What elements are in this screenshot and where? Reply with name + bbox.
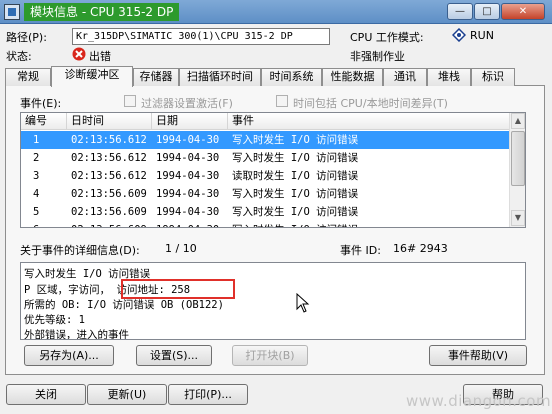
run-icon	[451, 27, 467, 45]
cell-no: 2	[33, 152, 40, 164]
highlight-box	[121, 279, 235, 299]
title-bar: 模块信息 - CPU 315-2 DP — □ ✕	[0, 0, 552, 24]
filter-checkbox[interactable]	[124, 95, 136, 107]
settings-button[interactable]: 设置(S)...	[136, 345, 212, 366]
cpu-mode-value: RUN	[470, 29, 494, 42]
events-table[interactable]: 编号 日时间 日期 事件 1 02:13:56.612 1994-04-30 写入时发…	[20, 112, 526, 228]
cell-no: 3	[33, 170, 40, 182]
filter-checkbox-label: 过滤器设置激活(F)	[141, 97, 233, 110]
cell-no: 6	[33, 221, 39, 227]
column-date[interactable]: 日期	[152, 113, 228, 130]
scroll-down-icon[interactable]: ▼	[511, 210, 525, 226]
tab-memory[interactable]: 存储器	[133, 68, 179, 86]
events-scrollbar[interactable]: ▲ ▼	[509, 113, 525, 227]
event-id-value: 16# 2943	[393, 242, 448, 255]
cell-date: 1994-04-30	[156, 206, 220, 218]
cell-time: 02:13:56.612	[71, 170, 147, 182]
cell-no: 5	[33, 206, 40, 218]
cell-time: 02:13:56.609	[71, 188, 147, 200]
watermark-text: www.diangon.com	[406, 392, 552, 410]
cell-date: 1994-04-30	[156, 134, 220, 146]
tab-time-system[interactable]: 时间系统	[261, 68, 322, 86]
cell-no: 1	[33, 134, 40, 146]
cell-no: 4	[33, 188, 40, 200]
print-button[interactable]: 打印(P)...	[168, 384, 248, 405]
cell-time: 02:13:56.612	[71, 134, 147, 146]
scroll-thumb[interactable]	[511, 131, 525, 186]
cell-date: 1994-04-30	[156, 221, 219, 227]
cell-event: 写入时发生 I/O 访问错误	[232, 134, 359, 146]
scroll-up-icon[interactable]: ▲	[511, 113, 525, 129]
close-button[interactable]: 关闭	[6, 384, 86, 405]
event-detail-text[interactable]: 写入时发生 I/O 访问错误 P 区域，字访问， 访问地址: 258 所需的 O…	[20, 262, 526, 340]
save-as-button[interactable]: 另存为(A)...	[24, 345, 114, 366]
cell-event: 写入时发生 I/O 访问错误	[232, 206, 359, 218]
event-help-button[interactable]: 事件帮助(V)	[429, 345, 527, 366]
maximize-button[interactable]: □	[474, 3, 500, 20]
table-row[interactable]: 4 02:13:56.609 1994-04-30 写入时发生 I/O 访问错误	[21, 185, 510, 203]
column-event[interactable]: 事件	[228, 113, 510, 130]
status-label: 状态:	[6, 50, 32, 63]
cell-date: 1994-04-30	[156, 170, 220, 182]
detail-line: 外部错误，进入的事件	[24, 329, 129, 340]
window-title: 模块信息 - CPU 315-2 DP	[24, 3, 180, 21]
column-time[interactable]: 日时间	[67, 113, 152, 130]
cpu-mode-label: CPU 工作模式:	[350, 31, 424, 44]
table-row[interactable]: 5 02:13:56.609 1994-04-30 写入时发生 I/O 访问错误	[21, 203, 510, 221]
detail-label: 关于事件的详细信息(D):	[20, 244, 140, 257]
cell-date: 1994-04-30	[156, 188, 220, 200]
app-icon	[4, 4, 20, 20]
cell-event: 读取时发生 I/O 访问错误	[232, 170, 359, 182]
tab-diagnostic-buffer[interactable]: 诊断缓冲区	[51, 66, 133, 87]
time-difference-label: 时间包括 CPU/本地时间差异(T)	[293, 97, 448, 110]
tab-performance-data[interactable]: 性能数据	[322, 68, 383, 86]
open-block-button[interactable]: 打开块(B)	[232, 345, 308, 366]
table-row[interactable]: 6 02:13:56.609 1994-04-30 写入时发生 I/O 访问错误	[21, 221, 510, 227]
error-icon	[72, 47, 86, 64]
force-status: 非强制作业	[350, 50, 405, 63]
detail-position: 1 / 10	[165, 242, 197, 255]
cell-time: 02:13:56.612	[71, 152, 147, 164]
table-row[interactable]: 3 02:13:56.612 1994-04-30 读取时发生 I/O 访问错误	[21, 167, 510, 185]
column-number[interactable]: 编号	[21, 113, 67, 130]
status-value: 出错	[89, 50, 111, 63]
detail-line: 优先等级: 1	[24, 314, 85, 326]
tab-stacks[interactable]: 堆栈	[427, 68, 471, 86]
detail-line: 所需的 OB: I/O 访问错误 OB (OB122)	[24, 299, 224, 311]
cell-time: 02:13:56.609	[71, 221, 147, 227]
tab-general[interactable]: 常规	[5, 68, 51, 86]
path-label: 路径(P):	[6, 31, 47, 44]
minimize-button[interactable]: —	[447, 3, 473, 20]
path-field: Kr_315DP\SIMATIC 300(1)\CPU 315-2 DP	[72, 28, 330, 45]
time-difference-checkbox[interactable]	[276, 95, 288, 107]
cell-event: 写入时发生 I/O 访问错误	[232, 152, 359, 164]
mouse-cursor-icon	[296, 292, 310, 316]
events-label: 事件(E):	[20, 97, 62, 110]
close-window-button[interactable]: ✕	[501, 3, 545, 20]
tab-communication[interactable]: 通讯	[383, 68, 427, 86]
cell-event: 写入时发生 I/O 访问错误	[232, 221, 358, 227]
tab-scan-cycle-time[interactable]: 扫描循环时间	[179, 68, 261, 86]
cell-event: 写入时发生 I/O 访问错误	[232, 188, 359, 200]
cell-date: 1994-04-30	[156, 152, 220, 164]
update-button[interactable]: 更新(U)	[87, 384, 167, 405]
event-id-label: 事件 ID:	[340, 244, 381, 257]
table-row[interactable]: 2 02:13:56.612 1994-04-30 写入时发生 I/O 访问错误	[21, 149, 510, 167]
table-row[interactable]: 1 02:13:56.612 1994-04-30 写入时发生 I/O 访问错误	[21, 131, 510, 149]
cell-time: 02:13:56.609	[71, 206, 147, 218]
tab-identification[interactable]: 标识	[471, 68, 515, 86]
table-header: 编号 日时间 日期 事件	[21, 113, 510, 130]
